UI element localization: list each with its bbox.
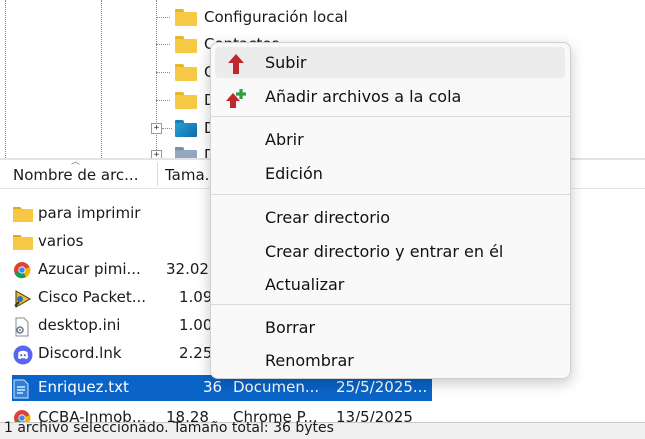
menu-item-subir[interactable]: Subir	[215, 47, 565, 78]
menu-item-label: Borrar	[265, 318, 316, 337]
tree-guide-line	[156, 100, 170, 101]
menu-item-label: Edición	[265, 164, 323, 183]
menu-item-label: Crear directorio y entrar en él	[265, 242, 504, 261]
context-menu: Subir Añadir archivos a la cola Abrir Ed…	[210, 42, 571, 379]
menu-item-actualizar[interactable]: Actualizar	[215, 269, 565, 300]
tree-item-configuracion-local[interactable]: Configuración local	[175, 5, 348, 29]
menu-item-label: Renombrar	[265, 351, 354, 370]
menu-item-anadir-a-cola[interactable]: Añadir archivos a la cola	[215, 81, 565, 112]
folder-icon	[175, 63, 197, 81]
menu-item-label: Abrir	[265, 130, 304, 149]
file-size: 2.25	[179, 344, 213, 362]
tree-guide-line	[5, 0, 6, 158]
menu-item-crear-directorio-y-entrar[interactable]: Crear directorio y entrar en él	[215, 236, 565, 267]
chrome-icon	[13, 261, 31, 279]
tree-item[interactable]: C	[175, 60, 214, 84]
menu-item-crear-directorio[interactable]: Crear directorio	[215, 202, 565, 233]
upload-arrow-icon	[225, 53, 247, 74]
tree-guide-line	[156, 44, 170, 45]
tree-guide-line	[156, 0, 157, 158]
file-name: Cisco Packet...	[38, 288, 147, 306]
menu-separator	[211, 116, 570, 117]
settings-file-icon	[13, 317, 31, 337]
file-name: Discord.lnk	[38, 344, 122, 362]
file-name: Azucar pimi...	[38, 260, 141, 278]
file-size: 36	[203, 378, 223, 396]
folder-icon	[175, 8, 197, 26]
file-size: 1.09	[179, 288, 213, 306]
column-divider[interactable]	[157, 162, 158, 186]
menu-item-label: Actualizar	[265, 275, 345, 294]
menu-separator	[211, 194, 570, 195]
folder-icon	[175, 91, 197, 109]
discord-icon	[13, 345, 33, 365]
file-size: 32.02	[166, 260, 209, 278]
file-size: 1.00	[179, 316, 213, 334]
file-name: para imprimir	[38, 204, 141, 222]
cisco-packet-tracer-icon	[13, 289, 32, 308]
menu-separator	[211, 304, 570, 305]
menu-item-renombrar[interactable]: Renombrar	[215, 345, 565, 376]
file-type: Documen...	[233, 378, 320, 396]
tree-item-label: Configuración local	[204, 8, 348, 26]
desktop-folder-icon	[175, 119, 197, 137]
menu-item-label: Añadir archivos a la cola	[265, 87, 462, 106]
column-header-name[interactable]: Nombre de arc...	[13, 166, 138, 184]
tree-guide-line	[156, 17, 170, 18]
menu-item-borrar[interactable]: Borrar	[215, 312, 565, 343]
file-name: varios	[38, 232, 84, 250]
tree-guide-line	[101, 0, 102, 158]
folder-icon	[13, 233, 33, 251]
folder-icon	[13, 205, 33, 223]
status-text: 1 archivo seleccionado. Tamaño total: 36…	[4, 420, 334, 436]
menu-item-edicion[interactable]: Edición	[215, 158, 565, 189]
menu-item-abrir[interactable]: Abrir	[215, 124, 565, 155]
tree-expand-icon[interactable]: +	[151, 123, 162, 134]
menu-item-label: Subir	[265, 53, 307, 72]
tree-guide-line	[156, 72, 170, 73]
menu-item-label: Crear directorio	[265, 208, 391, 227]
tree-guide-line	[162, 128, 172, 129]
file-name: desktop.ini	[38, 316, 121, 334]
add-to-queue-icon	[225, 87, 247, 108]
file-name: Enriquez.txt	[38, 378, 129, 396]
status-bar: 1 archivo seleccionado. Tamaño total: 36…	[0, 420, 645, 439]
folder-icon	[175, 35, 197, 53]
text-file-icon	[13, 379, 31, 399]
file-date: 25/5/2025...	[336, 378, 428, 396]
